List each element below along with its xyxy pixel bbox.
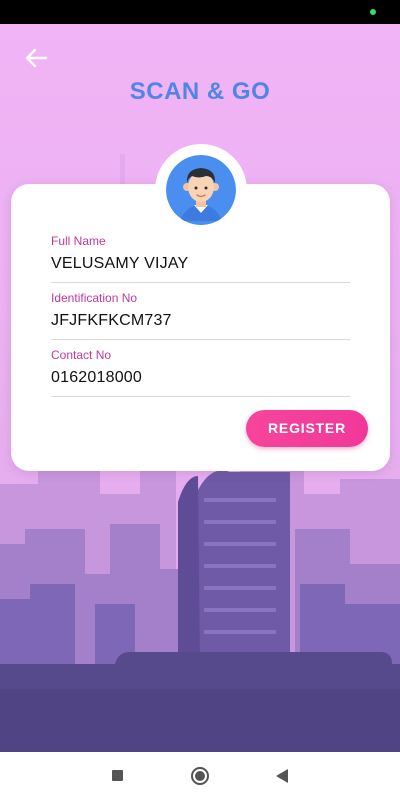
contact-no-field[interactable]: Contact No 0162018000 <box>51 348 350 397</box>
identification-no-input[interactable]: JFJFKFKCM737 <box>51 311 350 331</box>
identification-no-underline <box>51 339 350 340</box>
user-avatar-icon <box>166 155 236 225</box>
home-circle-inner <box>195 771 205 781</box>
back-button[interactable] <box>18 40 54 76</box>
status-bar <box>0 0 400 24</box>
contact-no-label: Contact No <box>51 348 112 362</box>
identification-no-field[interactable]: Identification No JFJFKFKCM737 <box>51 291 350 340</box>
app-screen: SCAN & GO Full Name VELUSAMY VIJAY Ident… <box>0 24 400 752</box>
contact-no-input[interactable]: 0162018000 <box>51 368 350 388</box>
notification-dot <box>370 9 376 15</box>
contact-no-underline <box>51 396 350 397</box>
full-name-input[interactable]: VELUSAMY VIJAY <box>51 254 350 274</box>
home-circle-icon[interactable] <box>191 767 209 785</box>
recent-apps-square-icon[interactable] <box>112 770 123 781</box>
page-title: SCAN & GO <box>129 78 271 105</box>
arrow-left-icon <box>25 48 48 68</box>
full-name-field[interactable]: Full Name VELUSAMY VIJAY <box>51 234 350 283</box>
system-navigation-bar <box>0 752 400 800</box>
full-name-underline <box>51 282 350 283</box>
register-button[interactable]: REGISTER <box>246 410 368 447</box>
full-name-label: Full Name <box>51 234 106 248</box>
system-back-triangle-icon[interactable] <box>276 769 288 783</box>
avatar-container <box>155 144 247 236</box>
identification-no-label: Identification No <box>51 291 138 305</box>
